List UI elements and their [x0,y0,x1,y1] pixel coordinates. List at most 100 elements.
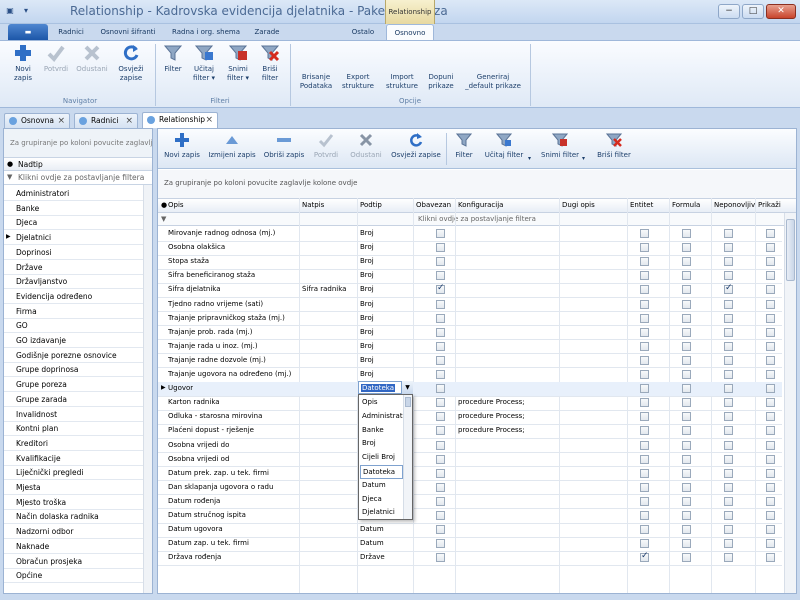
checkbox-entitet[interactable] [640,257,649,267]
group-by-area[interactable]: Za grupiranje po koloni povucite zaglavl… [4,129,152,157]
checkbox-entitet[interactable] [640,285,649,295]
list-item[interactable]: Djeca [4,216,144,231]
cell-opis[interactable]: Trajanje pripravničkog staža (mj.) [168,314,285,322]
column-header-dugi-opis[interactable]: Dugi opis [562,201,595,209]
checkbox-entitet[interactable] [640,454,649,464]
ribbon-dopuni-prikaze-button[interactable]: Dopuni prikaze [426,73,456,91]
list-item[interactable]: Doprinosi [4,246,144,260]
list-item[interactable]: Kvalifikacije [4,452,144,466]
table-row[interactable]: Stopa staža Broj [158,255,782,270]
checkbox-neponovljiv[interactable] [724,539,733,549]
cell-opis[interactable]: Trajanje prob. rada (mj.) [168,328,252,336]
checkbox-prikazi[interactable] [766,370,775,379]
tab-zarade[interactable]: Zarade [252,24,282,40]
vertical-scrollbar[interactable] [784,213,796,593]
checkbox-neponovljiv[interactable] [724,553,733,563]
ribbon-export-strukture-button[interactable]: Export strukture [340,73,376,91]
tab-radna-org-shema[interactable]: Radna i org. shema [170,24,242,40]
checkbox-formula[interactable] [682,553,691,563]
table-row[interactable]: Datum ugovora Datum [158,523,782,538]
cell-opis[interactable]: Karton radnika [168,398,220,406]
cell-konfiguracija[interactable]: procedure Process; [458,412,525,420]
checkbox-obavezan[interactable] [436,482,445,492]
checkbox-prikazi[interactable] [766,553,775,563]
checkbox-entitet[interactable] [640,539,649,549]
table-row[interactable]: Šifra beneficiranog staža Broj [158,269,782,284]
table-row[interactable]: Osobna olakšica Broj [158,241,782,256]
ribbon-cancel-button[interactable]: Odustani [76,43,108,74]
cell-podtip[interactable]: Broj [360,356,374,364]
checkbox-entitet[interactable] [640,370,649,379]
cell-opis[interactable]: Osobna vrijedi do [168,441,229,449]
column-header-formula[interactable]: Formula [672,201,700,209]
table-row[interactable]: Tjedno radno vrijeme (sati) Broj [158,298,782,312]
cell-opis[interactable]: Dan sklapanja ugovora o radu [168,483,273,491]
refresh-button[interactable]: Osvježi zapise [390,132,442,159]
dropdown-option[interactable]: Banke [360,424,403,438]
checkbox-neponovljiv[interactable] [724,299,733,309]
table-row[interactable]: Datum stručnog ispita [158,509,782,524]
checkbox-entitet[interactable] [640,355,649,365]
cell-opis[interactable]: Plaćeni dopust - rješenje [168,426,254,434]
column-header-podtip[interactable]: Podtip [360,201,382,209]
checkbox-obavezan[interactable] [436,539,445,549]
ribbon-load-filter-button[interactable]: Učitaj filter ▾ [190,43,218,83]
checkbox-obavezan[interactable] [436,370,445,379]
combo-dropdown-button[interactable]: ▼ [401,381,413,394]
checkbox-obavezan[interactable] [436,384,445,394]
column-header-nadtip[interactable]: ● Nadtip [4,157,152,171]
cell-opis[interactable]: Trajanje ugovora na određeno (mj.) [168,370,291,378]
ribbon-import-strukture-button[interactable]: Import strukture [384,73,420,91]
checkbox-entitet[interactable] [640,341,649,351]
checkbox-entitet[interactable] [640,468,649,478]
cell-podtip[interactable]: Broj [360,243,374,251]
checkbox-obavezan[interactable] [436,553,445,563]
checkbox-prikazi[interactable] [766,496,775,506]
table-row[interactable]: Karton radnika procedure Process; [158,396,782,411]
cell-podtip[interactable]: Datum [360,539,384,547]
checkbox-prikazi[interactable] [766,285,775,295]
checkbox-formula[interactable] [682,496,691,506]
list-item[interactable]: Godišnje porezne osnovice [4,349,144,363]
column-header-konfiguracija[interactable]: Konfiguracija [458,201,503,209]
list-item[interactable]: GO izdavanje [4,334,144,348]
checkbox-neponovljiv[interactable] [724,341,733,351]
checkbox-formula[interactable] [682,257,691,267]
ribbon-refresh-button[interactable]: Osvježi zapise [114,43,148,83]
checkbox-neponovljiv[interactable] [724,370,733,379]
checkbox-prikazi[interactable] [766,327,775,337]
dropdown-arrow-icon[interactable]: ▾ [528,155,531,162]
checkbox-entitet[interactable] [640,440,649,450]
checkbox-formula[interactable] [682,229,691,238]
list-item[interactable]: Naknade [4,540,144,554]
checkbox-neponovljiv[interactable] [724,426,733,436]
tab-radnici[interactable]: Radnici [56,24,86,40]
cell-opis[interactable]: Datum zap. u tek. firmi [168,539,249,547]
checkbox-neponovljiv[interactable] [724,313,733,323]
checkbox-prikazi[interactable] [766,398,775,408]
checkbox-formula[interactable] [682,327,691,337]
table-row[interactable]: Osobna vrijedi do [158,439,782,453]
cell-natpis[interactable]: Šifra radnika [302,285,346,293]
list-item[interactable]: Nadzorni odbor [4,525,144,540]
checkbox-obavezan[interactable] [436,511,445,520]
checkbox-neponovljiv[interactable] [724,525,733,535]
checkbox-formula[interactable] [682,243,691,253]
checkbox-entitet[interactable] [640,426,649,436]
checkbox-entitet[interactable] [640,551,649,563]
qat-dropdown-icon[interactable]: ▾ [20,4,32,17]
list-item[interactable]: Evidencija određeno [4,290,144,304]
checkbox-neponovljiv[interactable] [724,412,733,422]
ribbon-generiraj-prikaze-button[interactable]: Generiraj _default prikaze [462,73,524,91]
dropdown-option[interactable]: Datoteka [360,465,403,479]
dropdown-option[interactable]: Djelatnici [360,506,403,520]
cell-opis[interactable]: Šifra beneficiranog staža [168,271,255,279]
checkbox-entitet[interactable] [640,398,649,408]
checkbox-formula[interactable] [682,412,691,422]
list-item[interactable]: Administratori [4,187,144,201]
delete-filter-button[interactable]: Briši filter [594,132,634,159]
checkbox-neponovljiv[interactable] [724,271,733,281]
confirm-button[interactable]: Potvrdi [310,132,342,159]
list-item[interactable]: ▶ Djelatnici [4,231,144,246]
checkbox-obavezan[interactable] [436,341,445,351]
